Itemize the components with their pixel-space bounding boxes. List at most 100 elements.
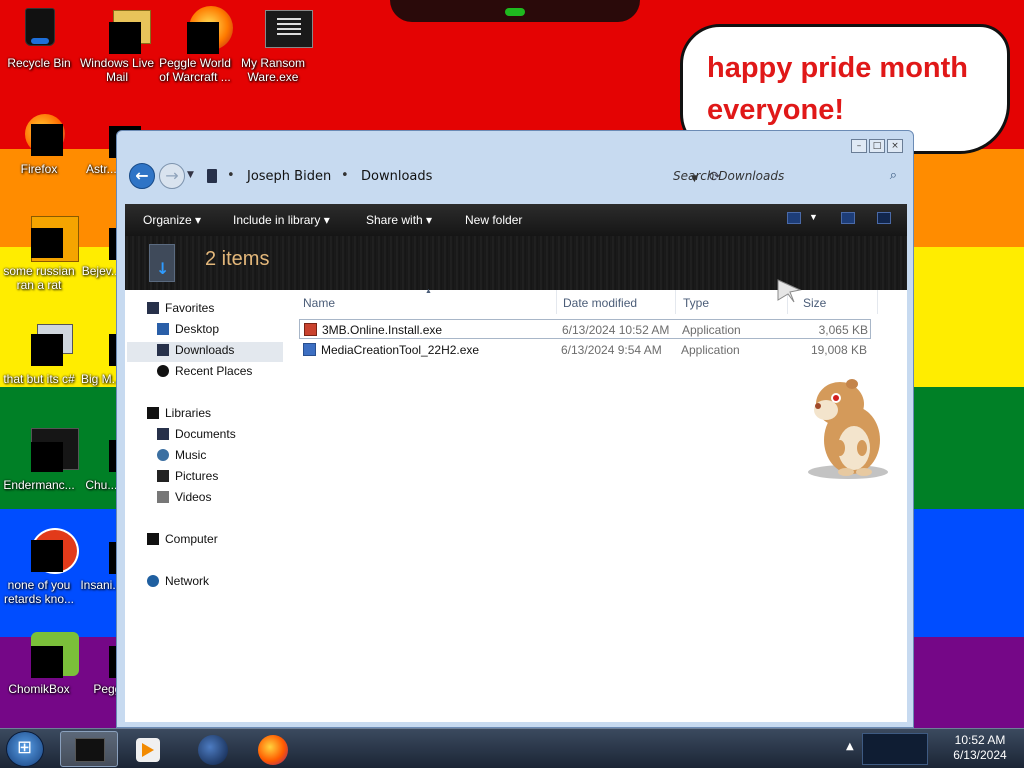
include-in-library-button[interactable]: Include in library ▾ <box>233 213 330 227</box>
desktop-icon-label: that but its c# <box>3 372 75 386</box>
desktop-icon-chomikbox[interactable]: ChomikBox <box>0 632 79 696</box>
file-type: Application <box>682 323 741 337</box>
downloads-folder-icon <box>149 244 175 282</box>
globe-icon <box>198 735 228 765</box>
nav-pictures[interactable]: Pictures <box>175 469 218 483</box>
maximize-button[interactable]: □ <box>869 139 885 153</box>
help-icon[interactable] <box>877 212 891 224</box>
organize-button[interactable]: Organize ▾ <box>143 213 201 227</box>
system-tray: ▲ 10:52 AM 6/13/2024 <box>838 729 1024 768</box>
view-options-icon[interactable] <box>787 212 801 224</box>
desktop-icon-my-ransomware[interactable]: My Ransom Ware.exe <box>234 6 313 84</box>
application-icon <box>17 214 79 262</box>
column-header-size[interactable]: Size <box>803 296 826 310</box>
column-header-date[interactable]: Date modified <box>563 296 637 310</box>
nav-desktop[interactable]: Desktop <box>175 322 219 336</box>
nav-network[interactable]: Network <box>165 574 209 588</box>
back-button[interactable]: ← <box>129 163 155 189</box>
item-count: 2 items <box>205 248 270 270</box>
address-bar[interactable]: • Joseph Biden • Downloads ▼ ⟳ <box>203 163 721 189</box>
firefox-icon <box>258 735 288 765</box>
view-dropdown-icon[interactable]: ▼ <box>809 212 818 222</box>
column-divider[interactable] <box>556 290 557 314</box>
explorer-icon <box>75 738 105 762</box>
mail-icon <box>95 6 151 54</box>
nav-videos[interactable]: Videos <box>175 490 211 504</box>
clock-date: 6/13/2024 <box>953 748 1007 762</box>
file-type: Application <box>681 343 740 357</box>
desktop-icon-russian-rat[interactable]: some russian ran a rat <box>0 214 79 292</box>
nav-favorites[interactable]: Favorites <box>165 301 214 315</box>
nav-computer[interactable]: Computer <box>165 532 218 546</box>
peggle-icon <box>173 6 233 54</box>
window-controls: – □ × <box>851 139 903 153</box>
top-decoration <box>390 0 640 22</box>
nav-music[interactable]: Music <box>175 448 206 462</box>
system-clock[interactable]: 10:52 AM 6/13/2024 <box>938 733 1022 763</box>
file-name[interactable]: MediaCreationTool_22H2.exe <box>321 343 479 357</box>
application-icon <box>17 428 79 472</box>
tray-preview-icon[interactable] <box>862 733 928 765</box>
preview-pane-icon[interactable] <box>841 212 855 224</box>
recent-pages-dropdown[interactable]: ▼ <box>187 170 194 180</box>
sort-arrow-icon: ▲ <box>425 288 432 295</box>
search-input[interactable]: Search Downloads <box>673 169 784 183</box>
videos-icon <box>157 491 169 503</box>
nav-documents[interactable]: Documents <box>175 427 236 441</box>
installer-icon <box>303 343 316 356</box>
taskbar-explorer[interactable] <box>60 731 118 767</box>
star-icon <box>147 302 159 314</box>
green-light-icon <box>505 8 525 16</box>
nav-recent-places[interactable]: Recent Places <box>175 364 252 378</box>
desktop-icon-peggle-wow[interactable]: Peggle World of Warcraft ... <box>156 6 234 84</box>
content-area: Favorites Desktop Downloads Recent Place… <box>125 288 907 722</box>
show-hidden-icons-button[interactable]: ▲ <box>846 741 854 752</box>
column-divider[interactable] <box>877 290 878 314</box>
documents-icon <box>157 428 169 440</box>
application-icon <box>251 6 313 50</box>
breadcrumb-user[interactable]: Joseph Biden <box>247 169 331 184</box>
table-row[interactable]: MediaCreationTool_22H2.exe 6/13/2024 9:5… <box>299 340 871 360</box>
pictures-icon <box>157 470 169 482</box>
taskbar-firefox[interactable] <box>244 731 302 767</box>
installer-icon <box>304 323 317 336</box>
share-with-button[interactable]: Share with ▾ <box>366 213 432 227</box>
breadcrumb-downloads[interactable]: Downloads <box>361 169 432 184</box>
chevron-right-icon[interactable]: • <box>341 168 349 183</box>
desktop-icon-csharp[interactable]: that but its c# <box>0 322 78 386</box>
desktop-icon-none-of-you[interactable]: none of you retards kno... <box>0 528 79 606</box>
start-button[interactable] <box>6 731 44 767</box>
close-button[interactable]: × <box>887 139 903 153</box>
chevron-right-icon[interactable]: • <box>227 168 235 183</box>
search-icon[interactable]: ⌕ <box>890 168 897 183</box>
search-box[interactable]: Search Downloads ⌕ <box>663 163 903 189</box>
recent-places-icon <box>157 365 169 377</box>
column-header-type[interactable]: Type <box>683 296 709 310</box>
desktop-icon-firefox[interactable]: Firefox <box>0 112 78 176</box>
taskbar-media-player[interactable] <box>120 731 178 767</box>
navigation-bar: ← → ▼ • Joseph Biden • Downloads ▼ ⟳ Sea… <box>127 159 903 193</box>
nav-libraries[interactable]: Libraries <box>165 406 211 420</box>
desktop-icon-windows-live-mail[interactable]: Windows Live Mail <box>78 6 156 84</box>
taskbar-app[interactable] <box>184 731 242 767</box>
libraries-icon <box>147 407 159 419</box>
desktop-icon-recycle-bin[interactable]: Recycle Bin <box>0 6 78 70</box>
file-name[interactable]: 3MB.Online.Install.exe <box>322 323 442 337</box>
desktop-icon-endermanch[interactable]: Endermanc... <box>0 428 79 492</box>
column-header-name[interactable]: Name <box>303 296 335 310</box>
column-divider[interactable] <box>675 290 676 314</box>
file-size: 19,008 KB <box>810 343 867 357</box>
explorer-window[interactable]: – □ × ← → ▼ • Joseph Biden • Downloads ▼… <box>116 130 914 728</box>
mouse-cursor-icon <box>777 279 802 303</box>
downloads-icon <box>157 344 169 356</box>
desktop-icon-label: Endermanc... <box>3 478 75 492</box>
table-row[interactable]: 3MB.Online.Install.exe 6/13/2024 10:52 A… <box>299 319 871 339</box>
new-folder-button[interactable]: New folder <box>465 213 522 227</box>
nav-downloads[interactable]: Downloads <box>175 343 234 357</box>
minimize-button[interactable]: – <box>851 139 867 153</box>
forward-button[interactable]: → <box>159 163 185 189</box>
bubble-text: happy pride month everyone! <box>707 52 968 126</box>
hamster-mascot-icon <box>808 379 888 479</box>
desktop-icon-label: none of you retards kno... <box>3 578 75 606</box>
music-icon <box>157 449 169 461</box>
